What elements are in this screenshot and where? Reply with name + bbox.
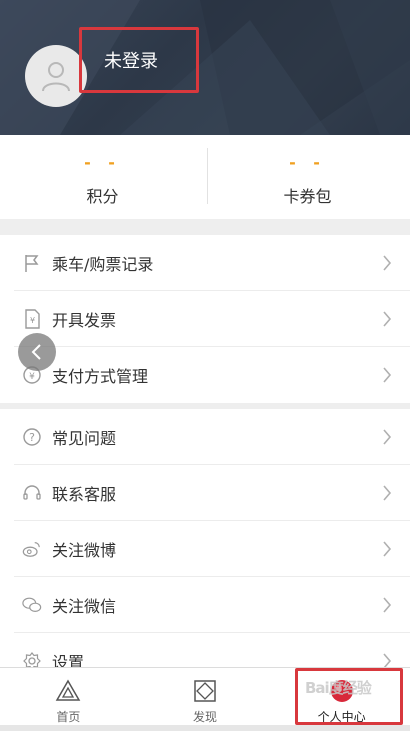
stats-divider [207, 148, 208, 204]
menu-item-ride-records[interactable]: 乘车/购票记录 [0, 235, 410, 291]
tab-home[interactable]: 首页 [0, 668, 137, 731]
floating-back-button[interactable] [18, 333, 56, 371]
discover-diamond-icon [194, 680, 216, 702]
avatar[interactable] [25, 45, 87, 107]
login-status-text[interactable]: 未登录 [104, 47, 158, 73]
user-silhouette-icon [42, 62, 70, 92]
menu-item-label: 开具发票 [52, 311, 117, 330]
chevron-right-icon [383, 311, 392, 327]
stat-coupon-label: 卡券包 [283, 187, 332, 206]
menu-item-label: 常见问题 [52, 429, 117, 448]
profile-header [0, 0, 410, 135]
svg-text:?: ? [29, 431, 35, 444]
stats-bar: - - 积分 - - 卡券包 [0, 135, 410, 219]
menu-item-invoice[interactable]: ¥ 开具发票 [0, 291, 410, 347]
menu-item-label: 关注微博 [52, 541, 117, 560]
menu-item-label: 乘车/购票记录 [52, 255, 154, 274]
flag-icon [22, 253, 42, 273]
menu-item-label: 支付方式管理 [52, 367, 149, 386]
menu-item-label: 关注微信 [52, 597, 117, 616]
menu-item-label: 联系客服 [52, 485, 117, 504]
menu-item-customer-service[interactable]: 联系客服 [0, 465, 410, 521]
menu-item-payment-methods[interactable]: ¥ 支付方式管理 [0, 347, 410, 403]
menu-group-support: ? 常见问题 联系客服 关注微博 关注微信 设置 [0, 409, 410, 689]
svg-text:¥: ¥ [29, 372, 35, 382]
chevron-right-icon [383, 429, 392, 445]
menu-item-faq[interactable]: ? 常见问题 [0, 409, 410, 465]
invoice-icon: ¥ [22, 309, 42, 329]
tab-discover[interactable]: 发现 [137, 668, 274, 731]
headset-icon [22, 483, 42, 503]
chevron-left-icon [31, 344, 41, 360]
wechat-icon [22, 595, 42, 615]
stat-points-value: - - [84, 153, 121, 172]
chevron-right-icon [383, 541, 392, 557]
stat-points[interactable]: - - 积分 [0, 135, 205, 219]
profile-tab-highlight-box [295, 668, 403, 725]
tab-home-label: 首页 [56, 710, 81, 724]
chevron-right-icon [383, 485, 392, 501]
stat-points-label: 积分 [86, 187, 119, 206]
home-triangle-icon [56, 679, 81, 701]
weibo-icon [22, 539, 42, 559]
stat-coupon-wallet[interactable]: - - 卡券包 [205, 135, 410, 219]
question-icon: ? [22, 427, 42, 447]
svg-text:¥: ¥ [30, 316, 35, 325]
menu-item-follow-wechat[interactable]: 关注微信 [0, 577, 410, 633]
stat-coupon-value: - - [289, 153, 326, 172]
chevron-right-icon [383, 255, 392, 271]
tab-discover-label: 发现 [193, 710, 218, 724]
menu-group-orders: 乘车/购票记录 ¥ 开具发票 ¥ 支付方式管理 [0, 235, 410, 403]
bottom-strip [0, 725, 410, 731]
chevron-right-icon [383, 367, 392, 383]
chevron-right-icon [383, 597, 392, 613]
menu-item-follow-weibo[interactable]: 关注微博 [0, 521, 410, 577]
